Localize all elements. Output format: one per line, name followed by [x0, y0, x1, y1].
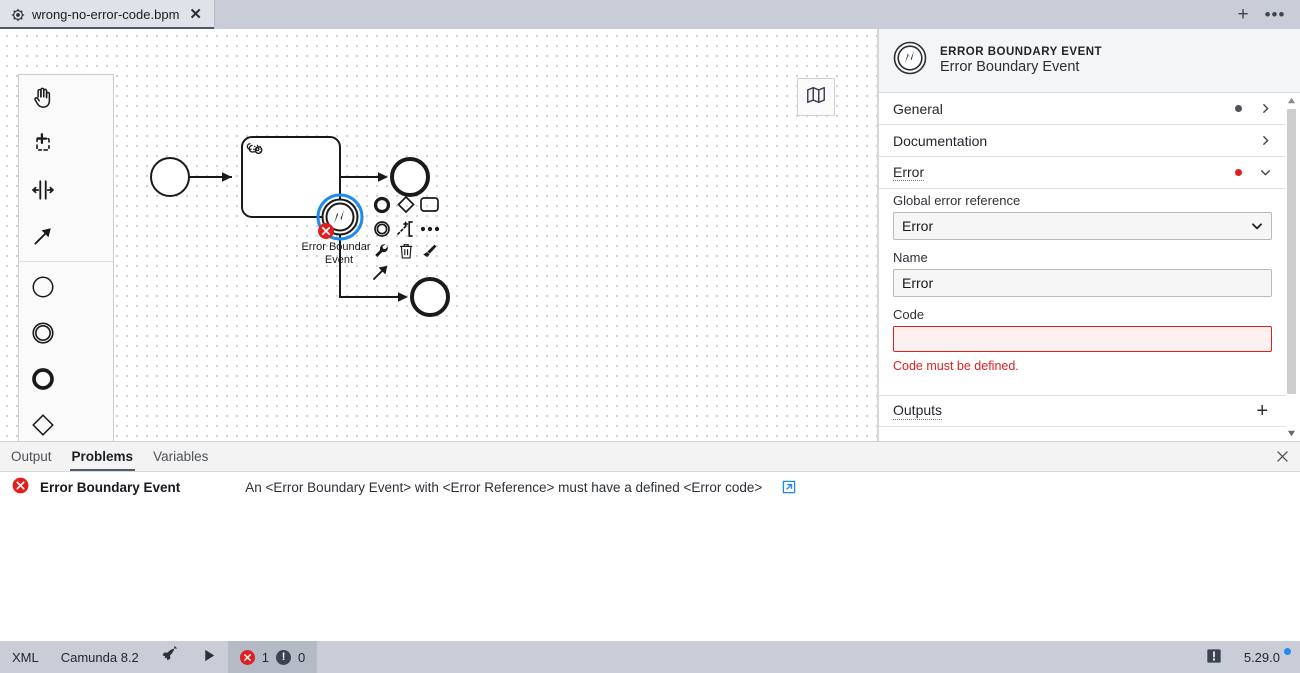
- group-label-documentation: Documentation: [893, 132, 988, 149]
- status-bar-right: 5.29.0: [1195, 641, 1300, 673]
- field-name: Name: [893, 250, 1272, 297]
- ctx-more-options-icon: [420, 226, 440, 232]
- update-available-dot: [1284, 648, 1291, 655]
- tab-close-icon[interactable]: ✕: [186, 5, 205, 24]
- new-tab-button[interactable]: +: [1230, 2, 1256, 28]
- group-label-outputs: Outputs: [893, 402, 943, 420]
- deploy-button[interactable]: [150, 641, 191, 673]
- notifications-button[interactable]: [1195, 641, 1233, 673]
- error-boundary-event-icon: [893, 41, 927, 80]
- version-label: 5.29.0: [1243, 649, 1280, 665]
- code-validation-error: Code must be defined.: [893, 359, 1019, 373]
- end-event-shape-bottom: [410, 277, 450, 317]
- bottom-panel: Output Problems Variables Error Boundary…: [0, 441, 1300, 495]
- ctx-connect-icon: [397, 221, 413, 237]
- bpmn-canvas[interactable]: Error Boundar Event: [0, 29, 878, 441]
- scroll-down-icon[interactable]: [1286, 428, 1297, 439]
- tab-output[interactable]: Output: [0, 442, 62, 471]
- group-status-dot-error: [1235, 169, 1242, 176]
- ctx-delete-icon: [400, 244, 413, 259]
- ctx-set-color-icon: [423, 244, 437, 258]
- bpmn-diagram[interactable]: Error Boundar Event: [0, 29, 878, 441]
- run-button[interactable]: [191, 641, 228, 673]
- problem-row[interactable]: Error Boundary Event An <Error Boundary …: [0, 472, 1300, 502]
- boundary-event-label-line1: Error Boundar: [301, 241, 370, 253]
- group-label-error: Error: [893, 163, 925, 182]
- group-status-dot-general: [1235, 105, 1242, 112]
- bpmn-file-icon: [11, 8, 25, 22]
- tab-title: wrong-no-error-code.bpm: [32, 7, 180, 22]
- end-event-shape-top: [390, 157, 430, 197]
- field-global-error-reference: Global error reference Error: [893, 193, 1272, 240]
- boundary-event-label-line2: Event: [325, 254, 353, 266]
- warning-count-icon: !: [276, 649, 292, 665]
- code-input[interactable]: [893, 326, 1272, 352]
- properties-scroll-content: General Documentation Error Global error…: [879, 93, 1286, 441]
- version-button[interactable]: 5.29.0: [1233, 641, 1300, 673]
- status-bar: XML Camunda 8.2 1 ! 0 5.29.0: [0, 641, 1300, 673]
- name-input[interactable]: [893, 269, 1272, 297]
- play-icon: [202, 648, 217, 666]
- problem-element-name: Error Boundary Event: [40, 479, 181, 495]
- properties-group-outputs[interactable]: Outputs +: [879, 395, 1286, 427]
- tab-bar: wrong-no-error-code.bpm ✕ + •••: [0, 0, 1300, 29]
- status-problem-counts[interactable]: 1 ! 0: [227, 641, 318, 673]
- error-group-content: Global error reference Error Name Error …: [879, 189, 1286, 395]
- start-event-shape: [150, 157, 190, 197]
- properties-group-error[interactable]: Error: [879, 157, 1286, 189]
- notification-icon: [1206, 648, 1222, 667]
- external-link-icon[interactable]: [782, 480, 796, 494]
- ctx-append-element-icon: [373, 265, 388, 280]
- label-global-error-reference: Global error reference: [893, 193, 1021, 208]
- chevron-right-icon: [1259, 134, 1272, 147]
- error-count: 1: [261, 649, 270, 665]
- tab-bar-actions: + •••: [1230, 0, 1300, 29]
- status-xml-button[interactable]: XML: [0, 641, 50, 673]
- properties-header: ERROR BOUNDARY EVENT Error Boundary Even…: [879, 29, 1300, 93]
- context-pad: [373, 195, 440, 280]
- properties-scrollbar[interactable]: [1286, 95, 1297, 439]
- chevron-right-icon: [1259, 102, 1272, 115]
- label-code: Code: [893, 307, 925, 322]
- properties-element-name: Error Boundary Event: [940, 59, 1080, 75]
- add-output-button[interactable]: +: [1252, 401, 1272, 421]
- ctx-append-gateway-icon: [397, 195, 415, 214]
- properties-group-next[interactable]: [879, 427, 1286, 441]
- ctx-append-end-event-icon: [373, 196, 391, 214]
- ctx-append-task-icon: [420, 197, 439, 212]
- element-error-badge: [318, 223, 334, 239]
- tab-variables[interactable]: Variables: [143, 442, 218, 471]
- rocket-icon: [161, 645, 180, 668]
- scroll-up-icon[interactable]: [1286, 95, 1297, 106]
- bottom-panel-tabs: Output Problems Variables: [0, 442, 1300, 472]
- scrollbar-thumb[interactable]: [1287, 109, 1296, 394]
- workspace: Error Boundar Event ERROR BOUNDARY EVENT…: [0, 29, 1300, 441]
- problem-message: An <Error Boundary Event> with <Error Re…: [245, 479, 763, 495]
- properties-group-documentation[interactable]: Documentation: [879, 125, 1286, 157]
- error-count-icon: [239, 649, 255, 665]
- label-name: Name: [893, 250, 928, 265]
- tab-problems[interactable]: Problems: [62, 442, 144, 471]
- status-engine-button[interactable]: Camunda 8.2: [50, 641, 150, 673]
- global-error-reference-select[interactable]: Error: [893, 212, 1272, 240]
- close-panel-icon[interactable]: [1265, 442, 1300, 471]
- properties-body: General Documentation Error Global error…: [879, 93, 1300, 441]
- editor-tab[interactable]: wrong-no-error-code.bpm ✕: [0, 0, 215, 29]
- properties-panel: ERROR BOUNDARY EVENT Error Boundary Even…: [878, 29, 1300, 441]
- properties-element-type: ERROR BOUNDARY EVENT: [940, 46, 1103, 58]
- error-severity-icon: [12, 477, 29, 497]
- warning-count: 0: [298, 649, 306, 665]
- ctx-wrench-icon: [375, 244, 388, 257]
- tab-bar-more-button[interactable]: •••: [1262, 2, 1288, 28]
- group-label-general: General: [893, 100, 943, 117]
- properties-group-general[interactable]: General: [879, 93, 1286, 125]
- chevron-down-icon: [1259, 166, 1272, 179]
- field-code: Code Code must be defined.: [893, 307, 1272, 373]
